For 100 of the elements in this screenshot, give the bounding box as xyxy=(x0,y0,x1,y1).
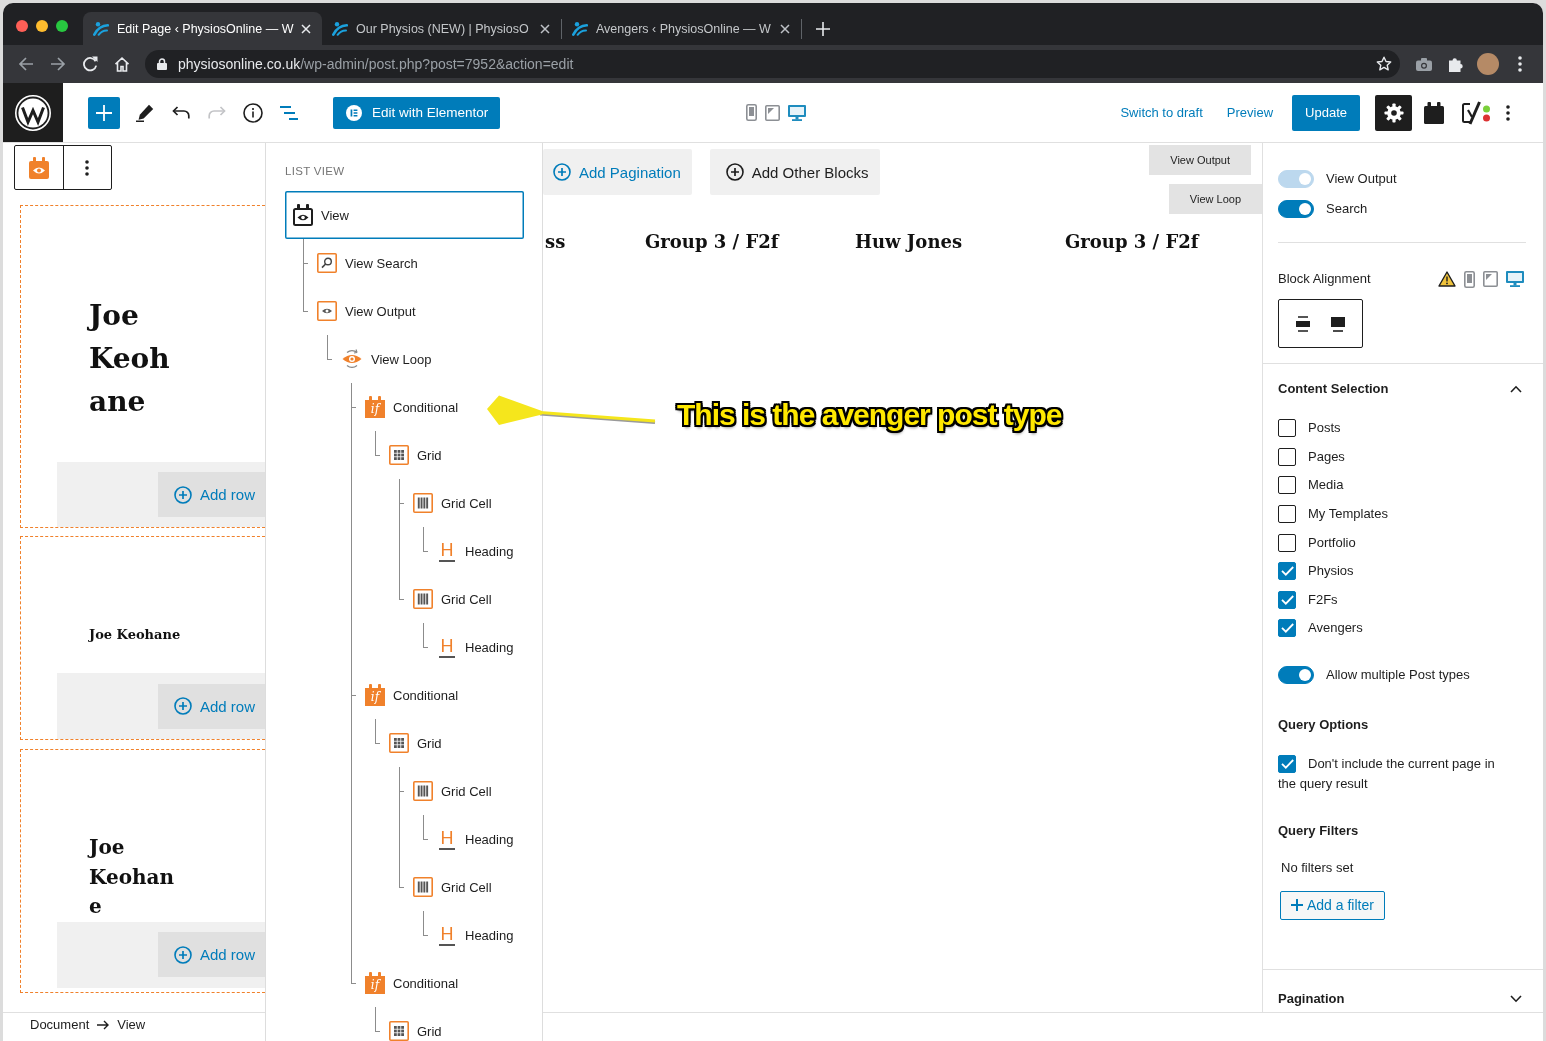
checkbox[interactable] xyxy=(1278,562,1296,581)
plus-icon xyxy=(1291,899,1303,912)
close-icon[interactable] xyxy=(780,23,790,34)
list-view-item[interactable]: View Search xyxy=(309,239,524,287)
checkbox-option[interactable]: Physios xyxy=(1278,561,1354,582)
list-view-item[interactable]: if Conditional xyxy=(357,671,524,719)
edit-with-elementor-button[interactable]: Edit with Elementor xyxy=(333,96,501,129)
checkbox-option[interactable]: Posts xyxy=(1278,418,1341,439)
list-view-item[interactable]: H Heading xyxy=(429,623,524,671)
window-close-icon[interactable] xyxy=(16,20,28,32)
list-view-item[interactable]: Grid xyxy=(381,1007,524,1041)
bracket-slash-icon[interactable] xyxy=(1461,100,1491,125)
eye-tile-icon[interactable] xyxy=(28,156,49,179)
add-block-button[interactable]: Add Other Blocks xyxy=(709,149,881,195)
list-view-item[interactable]: if Conditional xyxy=(357,383,524,431)
checkmark-icon xyxy=(1280,758,1294,769)
outline-icon[interactable] xyxy=(280,105,298,120)
home-icon[interactable] xyxy=(114,56,130,72)
close-icon[interactable] xyxy=(540,23,550,34)
tabbed-square-icon[interactable] xyxy=(1424,101,1444,124)
checkbox[interactable] xyxy=(1278,533,1296,552)
checkbox-option[interactable]: Media xyxy=(1278,475,1344,496)
browser-tab[interactable]: Our Physios (NEW) | PhysiosO xyxy=(322,12,561,45)
list-view-item[interactable]: H Heading xyxy=(429,911,524,959)
new-tab-icon[interactable] xyxy=(816,21,830,36)
checkbox-option[interactable]: F2Fs xyxy=(1278,589,1338,610)
more-icon[interactable] xyxy=(85,159,90,176)
browser-tab[interactable]: Edit Page ‹ PhysiosOnline — W xyxy=(83,12,322,45)
name-heading: Joe Keohane xyxy=(89,626,181,644)
breadcrumb-link[interactable]: Document xyxy=(30,1017,90,1033)
update-button[interactable]: Update xyxy=(1292,94,1360,131)
preview-link[interactable]: Preview xyxy=(1226,105,1274,120)
list-view-item[interactable]: H Heading xyxy=(429,527,524,575)
tablet-icon[interactable] xyxy=(765,104,781,121)
checkbox[interactable] xyxy=(1278,476,1296,495)
tablet-icon[interactable] xyxy=(1483,271,1498,287)
list-view-item[interactable]: H Heading xyxy=(429,815,524,863)
grid-icon xyxy=(389,445,409,465)
plus-circle-icon xyxy=(174,485,192,504)
list-view-item[interactable]: Grid xyxy=(381,431,524,479)
centered-bar-icon[interactable] xyxy=(1294,315,1311,332)
add-row-button[interactable]: Add row xyxy=(158,932,265,977)
block-label-button[interactable]: View Loop xyxy=(1168,184,1262,214)
mobile-icon[interactable] xyxy=(746,104,758,121)
breadcrumb-link[interactable]: View xyxy=(117,1017,146,1033)
avatar-icon[interactable] xyxy=(1477,53,1499,75)
forward-icon[interactable] xyxy=(50,56,66,72)
puzzle-icon[interactable] xyxy=(1448,56,1464,72)
add-block-button[interactable]: Add Pagination xyxy=(543,149,692,195)
checkbox-option[interactable]: Portfolio xyxy=(1278,532,1356,553)
checkbox[interactable] xyxy=(1278,590,1296,609)
list-view-item[interactable]: Grid Cell xyxy=(405,767,524,815)
block-label-button[interactable]: View Output xyxy=(1149,145,1251,175)
checkbox-option[interactable]: Don't include the current page in the query result xyxy=(1278,753,1510,795)
checkbox-option[interactable]: My Templates xyxy=(1278,504,1388,525)
list-view-item[interactable]: Grid Cell xyxy=(405,479,524,527)
swoosh-icon xyxy=(93,21,109,36)
panel-header[interactable]: Content Selection xyxy=(1278,364,1524,414)
panel-header[interactable]: Pagination xyxy=(1263,969,1543,1012)
more-icon[interactable] xyxy=(1506,104,1510,121)
checkbox[interactable] xyxy=(1278,447,1296,466)
info-icon[interactable] xyxy=(243,102,263,123)
checkbox-option[interactable]: Avengers xyxy=(1278,618,1363,639)
address-bar[interactable]: physiosonline.co.uk/wp-admin/post.php?post=7952&action=edit xyxy=(145,50,1400,78)
window-maximize-icon[interactable] xyxy=(56,20,68,32)
logo-button[interactable] xyxy=(3,83,63,142)
reload-icon[interactable] xyxy=(82,56,98,72)
list-view-item[interactable]: Grid xyxy=(381,719,524,767)
list-view-item[interactable]: View Output xyxy=(309,287,524,335)
toggle-switch[interactable] xyxy=(1278,200,1314,218)
wide-bar-icon[interactable] xyxy=(1330,315,1347,332)
checkbox-option[interactable]: Pages xyxy=(1278,446,1345,467)
add-block-button[interactable] xyxy=(88,96,120,129)
add-row-button[interactable]: Add row xyxy=(158,472,265,517)
more-icon[interactable] xyxy=(1518,56,1522,72)
star-icon[interactable] xyxy=(1376,56,1392,72)
mobile-icon[interactable] xyxy=(1464,270,1475,288)
list-view-item[interactable]: Grid Cell xyxy=(405,863,524,911)
pencil-icon[interactable] xyxy=(136,103,154,122)
list-view-item[interactable]: View xyxy=(285,191,524,239)
switch-to-draft-link[interactable]: Switch to draft xyxy=(1120,105,1203,120)
add-row-button[interactable]: Add row xyxy=(158,683,265,729)
camera-icon[interactable] xyxy=(1416,57,1432,71)
back-icon[interactable] xyxy=(18,56,34,72)
checkbox[interactable] xyxy=(1278,619,1296,638)
checkbox[interactable] xyxy=(1278,505,1296,524)
list-view-item[interactable]: Grid Cell xyxy=(405,575,524,623)
list-view-item[interactable]: View Loop xyxy=(333,335,524,383)
desktop-icon[interactable] xyxy=(788,104,807,121)
toggle-switch[interactable] xyxy=(1278,665,1314,684)
browser-tab[interactable]: Avengers ‹ PhysiosOnline — W xyxy=(562,12,801,45)
undo-icon[interactable] xyxy=(172,106,190,119)
columns-icon xyxy=(413,781,433,801)
checkbox[interactable] xyxy=(1278,754,1296,773)
window-minimize-icon[interactable] xyxy=(36,20,48,32)
checkbox[interactable] xyxy=(1278,419,1296,438)
list-view-item[interactable]: if Conditional xyxy=(357,959,524,1007)
add-filter-button[interactable]: Add a filter xyxy=(1280,890,1385,920)
desktop-icon[interactable] xyxy=(1506,271,1524,287)
settings-button[interactable] xyxy=(1375,94,1412,131)
